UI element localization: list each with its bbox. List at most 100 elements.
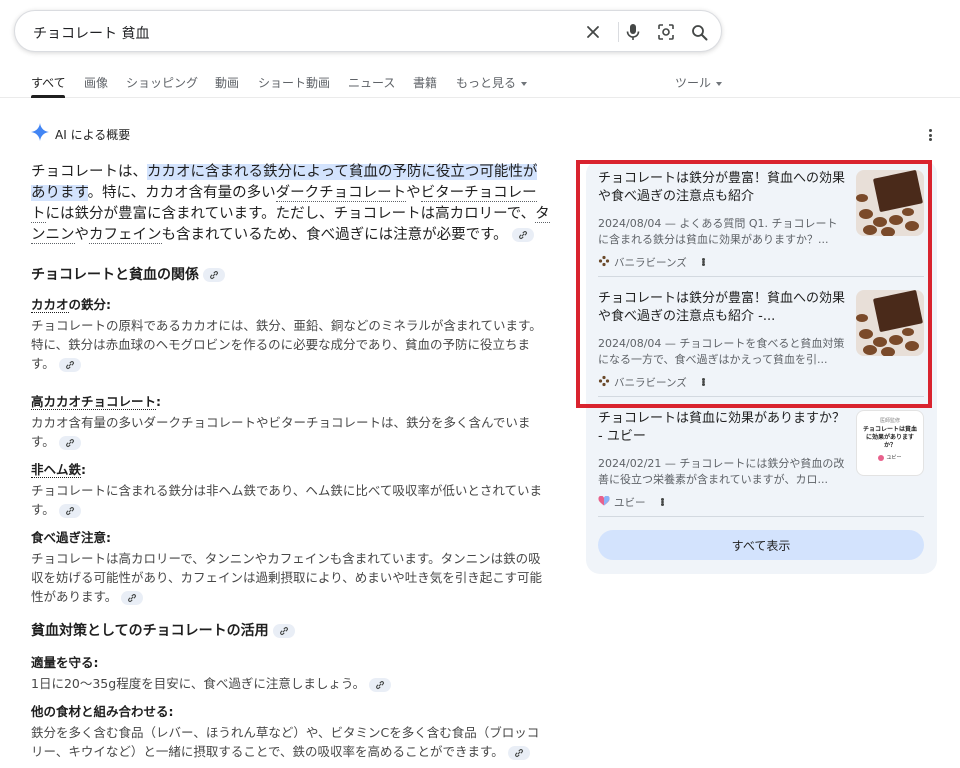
chevron-down-icon	[521, 81, 528, 86]
link-icon[interactable]	[58, 357, 81, 372]
intro-text: や	[406, 185, 421, 201]
tab-tools-label: ツール	[675, 76, 712, 90]
link-icon[interactable]	[507, 745, 530, 760]
item-text: チョコレートの原料であるカカオには、鉄分、亜鉛、銅などのミネラルが含まれています…	[31, 316, 551, 373]
item-text: 鉄分を多く含む食品（レバー、ほうれん草など）や、ビタミンCを多く含む食品（ブロッ…	[31, 723, 551, 761]
item-text-content: 1日に20〜35g程度を目安に、食べ過ぎに注意しましょう。	[31, 676, 366, 691]
link-icon[interactable]	[121, 590, 144, 605]
source-attribution[interactable]: ユビー	[598, 494, 668, 510]
chevron-down-icon	[716, 81, 723, 86]
item-text-content: 鉄分を多く含む食品（レバー、ほうれん草など）や、ビタミンCを多く含む食品（ブロッ…	[31, 725, 540, 759]
intro-text: 。特に、カカオ含有量の多い	[87, 185, 276, 201]
link-icon[interactable]	[272, 624, 295, 638]
card-divider	[598, 396, 924, 397]
item-heading: 高カカオチョコレート:	[31, 391, 551, 410]
camera-search-icon[interactable]	[655, 21, 677, 43]
chocolate-thumbnail	[856, 290, 924, 356]
item-heading-text: :	[81, 462, 87, 477]
item-heading-text: 食べ過ぎ注意:	[31, 530, 111, 545]
clear-icon[interactable]	[582, 21, 604, 43]
item-text-content: カカオ含有量の多いダークチョコレートやビターチョコレートは、鉄分を多く含んでいま…	[31, 415, 531, 449]
section-heading-text: 貧血対策としてのチョコレートの活用	[31, 623, 269, 639]
ai-overview-content: チョコレートは、カカオに含まれる鉄分によって貧血の予防に役立つ可能性があります。…	[31, 162, 551, 761]
item-heading-text: :	[156, 394, 162, 409]
source-card-snippet: 2024/08/04 — チョコレートを食べると貧血対策になる一方で、食べ過ぎは…	[598, 337, 845, 366]
chocolate-thumbnail	[856, 170, 924, 236]
item-heading: 非ヘム鉄:	[31, 459, 551, 478]
tab-more-label: もっと見る	[456, 76, 517, 90]
tab-videos[interactable]: 動画	[215, 74, 239, 91]
more-options-icon[interactable]	[658, 496, 668, 508]
intro-text: や	[74, 227, 90, 243]
source-attribution[interactable]: バニラビーンズ	[598, 254, 709, 270]
tab-books[interactable]: 書籍	[413, 74, 437, 91]
section-heading: 貧血対策としてのチョコレートの活用	[31, 620, 551, 640]
microphone-icon[interactable]	[622, 21, 644, 43]
show-all-button[interactable]: すべて表示	[598, 530, 924, 560]
ai-overview-intro: チョコレートは、カカオに含まれる鉄分によって貧血の予防に役立つ可能性があります。…	[31, 162, 551, 246]
item-text-content: チョコレートは高カロリーで、タンニンやカフェインも含まれています。タンニンは鉄の…	[31, 551, 543, 604]
link-icon[interactable]	[58, 435, 81, 450]
source-card[interactable]: チョコレートは貧血に効果がありますか？ - ユビー 2024/02/21 — チ…	[598, 410, 924, 520]
item-text: カカオ含有量の多いダークチョコレートやビターチョコレートは、鉄分を多く含んでいま…	[31, 413, 551, 451]
intro-text: も含まれているため、食べ過ぎには注意が必要です。	[161, 227, 508, 243]
tab-shopping[interactable]: ショッピング	[126, 74, 198, 91]
source-card-title[interactable]: チョコレートは鉄分が豊富！貧血への効果や食べ過ぎの注意点も紹介 -...	[598, 290, 846, 326]
item-heading-text: の鉄分:	[68, 297, 112, 312]
source-name: ユビー	[614, 496, 646, 509]
term-caffeine[interactable]: カフェイン	[89, 227, 162, 244]
item-text: チョコレートに含まれる鉄分は非ヘム鉄であり、ヘム鉄に比べて吸収率が低いとされてい…	[31, 481, 551, 519]
heart-icon	[878, 454, 885, 461]
vanilla-beans-favicon	[598, 255, 610, 270]
search-bar[interactable]: チョコレート 貧血	[14, 10, 722, 52]
item-heading: 食べ過ぎ注意:	[31, 527, 551, 546]
term-non-heme-iron[interactable]: 非ヘム鉄	[31, 462, 82, 478]
term-cacao[interactable]: カカオ	[31, 297, 69, 313]
item-text-content: チョコレートに含まれる鉄分は非ヘム鉄であり、ヘム鉄に比べて吸収率が低いとされてい…	[31, 483, 543, 517]
term-high-cacao[interactable]: 高カカオチョコレート	[31, 394, 157, 410]
source-attribution[interactable]: バニラビーンズ	[598, 374, 709, 390]
item-heading: 適量を守る:	[31, 655, 99, 670]
link-icon[interactable]	[369, 677, 392, 692]
source-card[interactable]: チョコレートは鉄分が豊富！貧血への効果や食べ過ぎの注意点も紹介 -... 202…	[598, 290, 924, 400]
more-options-icon[interactable]	[699, 256, 709, 268]
more-options-icon[interactable]	[699, 376, 709, 388]
source-card-title[interactable]: チョコレートは貧血に効果がありますか？ - ユビー	[598, 410, 846, 446]
tab-tools[interactable]: ツール	[675, 74, 723, 91]
item-heading: カカオの鉄分:	[31, 294, 551, 313]
thumb-top-text: 医師監修	[879, 418, 900, 424]
card-divider	[598, 516, 924, 517]
section-heading-text: チョコレートと貧血の関係	[31, 267, 199, 283]
search-input[interactable]: チョコレート 貧血	[33, 23, 149, 43]
ai-overview-label: AI による概要	[55, 127, 131, 142]
ubie-favicon	[598, 495, 610, 509]
item-text-content: チョコレートの原料であるカカオには、鉄分、亜鉛、銅などのミネラルが含まれています…	[31, 318, 542, 371]
search-divider	[618, 22, 619, 42]
source-name: バニラビーンズ	[614, 256, 687, 269]
thumb-main-text: チョコレートは貧血に効果がありますか？	[862, 426, 917, 449]
tab-news[interactable]: ニュース	[348, 74, 395, 91]
thumb-brand: ユビー	[861, 454, 919, 461]
search-icon[interactable]	[688, 21, 710, 43]
link-icon[interactable]	[58, 503, 81, 518]
item-text: チョコレートは高カロリーで、タンニンやカフェインも含まれています。タンニンは鉄の…	[31, 549, 551, 606]
ubie-thumbnail: 医師監修 チョコレートは貧血に効果がありますか？ ユビー	[856, 410, 924, 476]
link-icon[interactable]	[203, 268, 225, 282]
tab-all[interactable]: すべて	[31, 74, 66, 91]
item-text: 1日に20〜35g程度を目安に、食べ過ぎに注意しましょう。	[31, 674, 551, 693]
tab-short-videos[interactable]: ショート動画	[258, 74, 330, 91]
source-card-snippet: 2024/08/04 — よくある質問 Q1. チョコレートに含まれる鉄分は貧血…	[598, 217, 838, 246]
active-tab-indicator	[31, 95, 65, 98]
source-card-title[interactable]: チョコレートは鉄分が豊富！貧血への効果や食べ過ぎの注意点も紹介	[598, 170, 846, 206]
item-heading: 他の食材と組み合わせる:	[31, 704, 174, 719]
tab-images[interactable]: 画像	[84, 74, 108, 91]
ai-overview-header: AI による概要	[31, 123, 131, 145]
tab-more[interactable]: もっと見る	[456, 74, 528, 91]
more-options-icon[interactable]	[925, 127, 935, 143]
term-dark-chocolate[interactable]: ダークチョコレート	[275, 185, 407, 202]
source-card[interactable]: チョコレートは鉄分が豊富！貧血への効果や食べ過ぎの注意点も紹介 2024/08/…	[598, 170, 924, 280]
section-heading: チョコレートと貧血の関係	[31, 264, 551, 284]
search-tabs: すべて 画像 ショッピング 動画 ショート動画 ニュース 書籍 もっと見る ツー…	[0, 70, 960, 98]
gemini-sparkle-icon	[31, 123, 49, 145]
link-icon[interactable]	[511, 228, 534, 242]
